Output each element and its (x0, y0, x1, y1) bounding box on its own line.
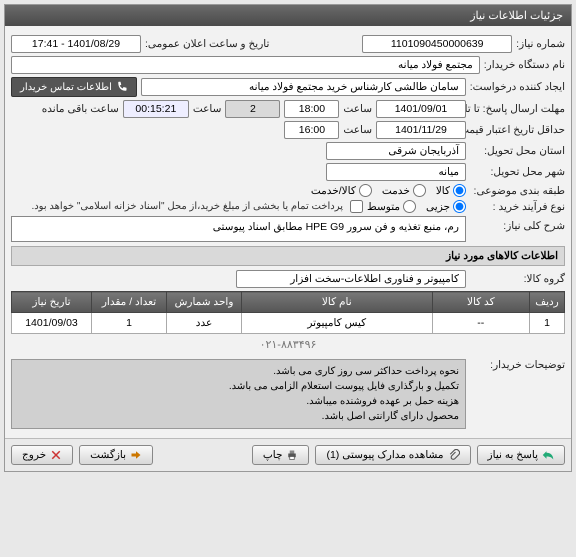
days-remaining: 2 (225, 100, 280, 118)
buyer-note-line: هزینه حمل بر عهده فروشنده میباشد. (18, 394, 459, 409)
col-unit: واحد شمارش (167, 292, 242, 313)
process-radio-group: جزیی متوسط (367, 200, 466, 213)
radio-medium[interactable]: متوسط (367, 200, 416, 213)
radio-service-input[interactable] (413, 184, 426, 197)
validity-label: حداقل تاریخ اعتبار قیمت: تا تاریخ: (470, 124, 565, 136)
buyer-org-label: نام دستگاه خریدار: (484, 59, 565, 71)
radio-goods-service[interactable]: کالا/خدمت (311, 184, 372, 197)
deadline-date: 1401/09/01 (376, 100, 466, 118)
requester-label: ایجاد کننده درخواست: (470, 81, 565, 93)
attachment-icon (448, 449, 460, 461)
buyer-note-line: تکمیل و بارگذاری فایل پیوست استعلام الزا… (18, 379, 459, 394)
exit-button[interactable]: خروج (11, 445, 73, 465)
col-name: نام کالا (242, 292, 433, 313)
validity-time: 16:00 (284, 121, 339, 139)
category-label: طبقه بندی موضوعی: (470, 185, 565, 197)
deadline-label: مهلت ارسال پاسخ: تا تاریخ: (470, 103, 565, 115)
col-row: ردیف (530, 292, 565, 313)
contact-button-label: اطلاعات تماس خریدار (20, 82, 112, 93)
process-label: نوع فرآیند خرید : (470, 201, 565, 213)
panel-title: جزئیات اطلاعات نیاز (5, 5, 571, 26)
radio-partial[interactable]: جزیی (426, 200, 466, 213)
panel-body: شماره نیاز: 1101090450000639 تاریخ و ساع… (5, 26, 571, 438)
category-radio-group: کالا خدمت کالا/خدمت (311, 184, 466, 197)
buyer-notes-label: توضیحات خریدار: (470, 355, 565, 371)
time-label-2: ساعت (193, 103, 222, 115)
exit-icon (50, 449, 62, 461)
col-date: تاریخ نیاز (12, 292, 92, 313)
table-header-row: ردیف کد کالا نام کالا واحد شمارش تعداد /… (12, 292, 565, 313)
cell-date: 1401/09/03 (12, 313, 92, 334)
items-heading: اطلاعات کالاهای مورد نیاز (11, 246, 565, 266)
radio-service[interactable]: خدمت (382, 184, 426, 197)
radio-medium-input[interactable] (403, 200, 416, 213)
cell-name: کیس کامپیوتر (242, 313, 433, 334)
back-icon (130, 449, 142, 461)
pub-date-label: تاریخ و ساعت اعلان عمومی: (145, 38, 269, 50)
print-icon (286, 449, 298, 461)
process-note-checkbox[interactable] (350, 200, 363, 213)
radio-goods-input[interactable] (453, 184, 466, 197)
need-desc-label: شرح کلی نیاز: (470, 216, 565, 232)
col-code: کد کالا (432, 292, 529, 313)
items-table: ردیف کد کالا نام کالا واحد شمارش تعداد /… (11, 291, 565, 334)
province-label: استان محل تحویل: (470, 145, 565, 157)
col-qty: تعداد / مقدار (92, 292, 167, 313)
cell-unit: عدد (167, 313, 242, 334)
buyer-note-line: نحوه پرداخت حداکثر سی روز کاری می باشد. (18, 364, 459, 379)
city-label: شهر محل تحویل: (470, 166, 565, 178)
table-row[interactable]: 1 -- کیس کامپیوتر عدد 1 1401/09/03 (12, 313, 565, 334)
countdown: 00:15:21 (123, 100, 189, 118)
remaining-label: ساعت باقی مانده (42, 103, 119, 115)
requester-value: سامان طالشی کارشناس خرید مجتمع فولاد میا… (141, 78, 466, 96)
deadline-time: 18:00 (284, 100, 339, 118)
need-desc-value: رم، منبع تغذیه و فن سرور HPE G9 مطابق اس… (11, 216, 466, 242)
reply-icon (542, 449, 554, 461)
need-no-value: 1101090450000639 (362, 35, 512, 53)
contact-button[interactable]: اطلاعات تماس خریدار (11, 77, 137, 97)
validity-date: 1401/11/29 (376, 121, 466, 139)
city-value: میانه (326, 163, 466, 181)
process-note-check[interactable]: پرداخت تمام یا بخشی از مبلغ خرید،از محل … (31, 200, 363, 213)
buyer-org-value: مجتمع فولاد میانه (11, 56, 480, 74)
pub-date-value: 1401/08/29 - 17:41 (11, 35, 141, 53)
back-button[interactable]: بازگشت (79, 445, 153, 465)
group-value: کامپیوتر و فناوری اطلاعات-سخت افزار (236, 270, 466, 288)
details-panel: جزئیات اطلاعات نیاز شماره نیاز: 11010904… (4, 4, 572, 472)
buyer-note-line: محصول دارای گارانتی اصل باشد. (18, 409, 459, 424)
group-label: گروه کالا: (470, 273, 565, 285)
time-label-3: ساعت (343, 124, 372, 136)
phone-icon (116, 81, 128, 93)
radio-goods-service-input[interactable] (359, 184, 372, 197)
phone-partial: ۰۲۱-۸۸۳۴۹۶ (11, 338, 565, 351)
print-button[interactable]: چاپ (252, 445, 310, 465)
reply-button[interactable]: پاسخ به نیاز (477, 445, 565, 465)
province-value: آذربایجان شرقی (326, 142, 466, 160)
radio-goods[interactable]: کالا (436, 184, 466, 197)
footer-bar: پاسخ به نیاز مشاهده مدارک پیوستی (1) چاپ… (5, 438, 571, 471)
buyer-notes-box: نحوه پرداخت حداکثر سی روز کاری می باشد. … (11, 359, 466, 429)
cell-row: 1 (530, 313, 565, 334)
need-no-label: شماره نیاز: (516, 38, 565, 50)
cell-code: -- (432, 313, 529, 334)
time-label-1: ساعت (343, 103, 372, 115)
attachments-button[interactable]: مشاهده مدارک پیوستی (1) (315, 445, 470, 465)
radio-partial-input[interactable] (453, 200, 466, 213)
cell-qty: 1 (92, 313, 167, 334)
